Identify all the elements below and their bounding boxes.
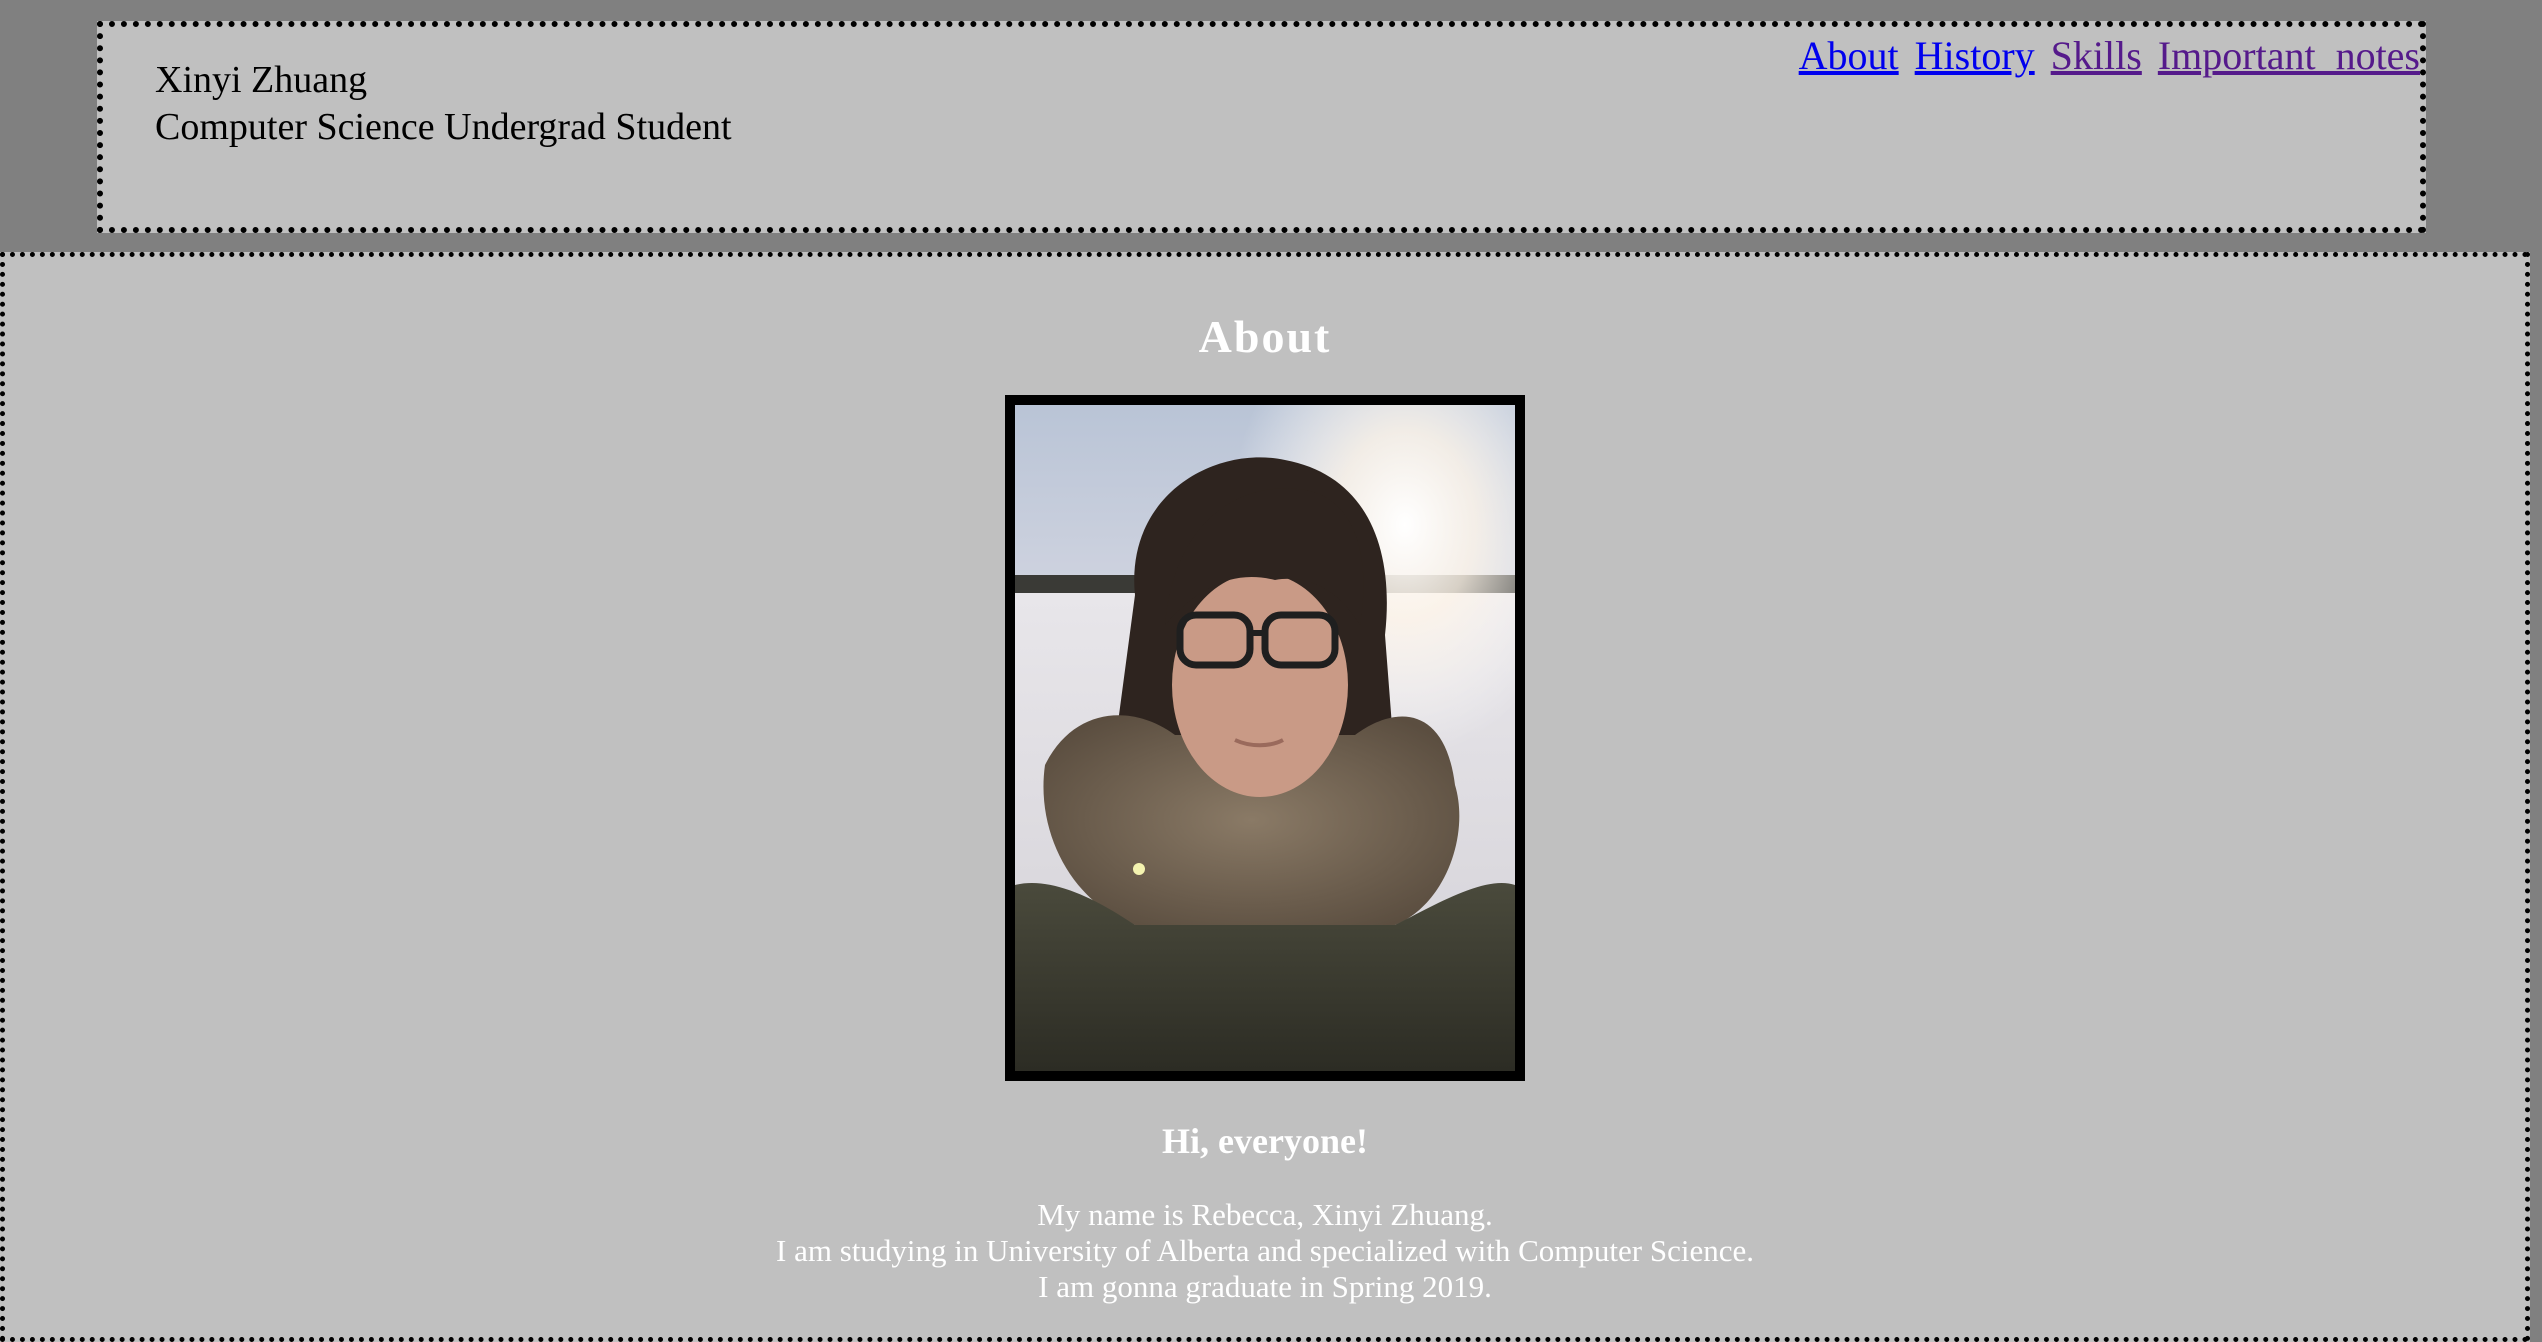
site-header: Xinyi Zhuang Computer Science Undergrad … bbox=[97, 21, 2426, 233]
main-nav: About History Skills Important_notes bbox=[1793, 31, 2420, 81]
bio-line: I am studying in University of Alberta a… bbox=[776, 1233, 1754, 1268]
nav-link-skills[interactable]: Skills bbox=[2051, 33, 2142, 78]
nav-link-important-notes[interactable]: Important_notes bbox=[2158, 33, 2420, 78]
section-title: About bbox=[1198, 311, 1332, 362]
site-owner-subtitle: Computer Science Undergrad Student bbox=[155, 106, 732, 148]
bio-text: My name is Rebecca, Xinyi Zhuang. I am s… bbox=[5, 1197, 2525, 1305]
identity-block: Xinyi Zhuang Computer Science Undergrad … bbox=[155, 57, 732, 151]
site-owner-name: Xinyi Zhuang bbox=[155, 59, 368, 101]
bio-line: My name is Rebecca, Xinyi Zhuang. bbox=[1037, 1197, 1493, 1232]
bio-line: I am gonna graduate in Spring 2019. bbox=[1038, 1269, 1492, 1304]
nav-link-about[interactable]: About bbox=[1799, 33, 1899, 78]
nav-link-history[interactable]: History bbox=[1915, 33, 2035, 78]
profile-photo bbox=[1005, 395, 1525, 1081]
about-section: About Hi, everyone! My name is Rebecca, … bbox=[0, 252, 2530, 1342]
greeting-heading: Hi, everyone! bbox=[1162, 1121, 1368, 1161]
